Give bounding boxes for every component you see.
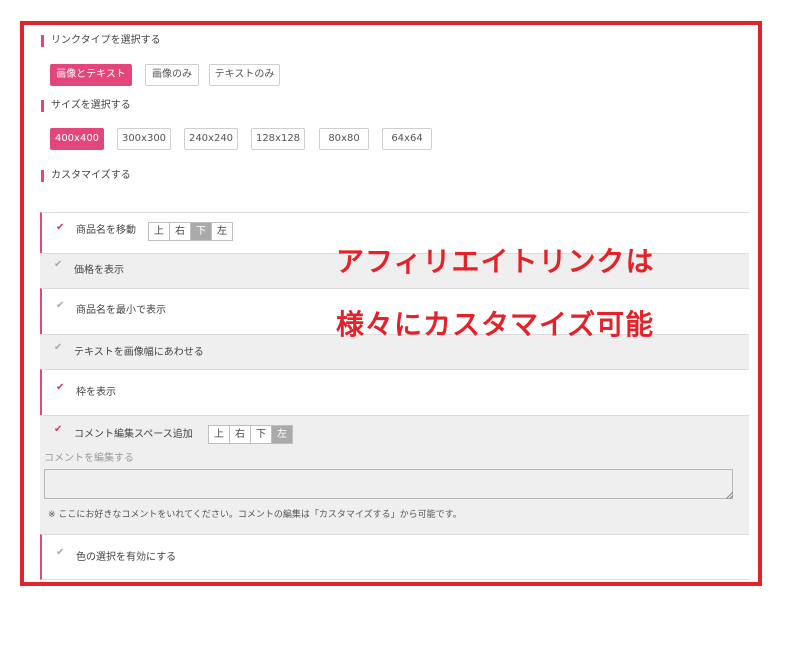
comment-note: ※ ここにお好きなコメントをいれてください。コメントの編集は「カスタマイズする」… [48,510,462,520]
link-settings-panel: リンクタイプを選択する 画像とテキスト 画像のみ テキストのみ サイズを選択する… [29,27,749,580]
size-128-button[interactable]: 128x128 [251,128,305,150]
position-left[interactable]: 左 [272,426,292,443]
annotation-line-1: アフィリエイトリンクは [336,245,655,278]
annotation-line-2: 様々にカスタマイズ可能 [336,308,655,341]
option-label: コメント編集スペース追加 [74,429,193,440]
option-label: 商品名を最小で表示 [76,305,166,316]
position-left[interactable]: 左 [212,223,232,240]
size-240-button[interactable]: 240x240 [184,128,238,150]
comment-position-selector[interactable]: 上 右 下 左 [208,425,293,444]
option-row-enable-color[interactable]: ✔ 色の選択を有効にする [40,534,749,580]
check-icon[interactable]: ✔ [56,547,64,559]
customize-label: カスタマイズする [41,170,131,182]
option-label: 商品名を移動 [76,225,136,236]
title-position-selector[interactable]: 上 右 下 左 [148,222,233,241]
position-right[interactable]: 右 [230,426,251,443]
check-icon[interactable]: ✔ [54,342,62,354]
position-right[interactable]: 右 [170,223,191,240]
link-type-label: リンクタイプを選択する [41,35,161,47]
link-type-text-only-button[interactable]: テキストのみ [209,64,280,86]
comment-edit-label: コメントを編集する [44,453,134,464]
check-icon[interactable]: ✔ [56,222,64,234]
resize-grip-icon[interactable] [726,492,733,499]
size-80-button[interactable]: 80x80 [319,128,369,150]
option-label: 色の選択を有効にする [76,552,177,563]
position-top[interactable]: 上 [209,426,230,443]
check-icon[interactable]: ✔ [54,424,62,436]
comment-textarea[interactable] [44,469,733,499]
option-label: 価格を表示 [74,265,124,276]
size-400-button[interactable]: 400x400 [50,128,104,150]
check-icon[interactable]: ✔ [56,382,64,394]
position-bottom[interactable]: 下 [191,223,212,240]
link-type-image-only-button[interactable]: 画像のみ [145,64,199,86]
size-64-button[interactable]: 64x64 [382,128,432,150]
option-label: 枠を表示 [76,387,116,398]
option-row-show-border[interactable]: ✔ 枠を表示 [40,369,749,415]
size-300-button[interactable]: 300x300 [117,128,171,150]
size-label: サイズを選択する [41,100,131,112]
position-top[interactable]: 上 [149,223,170,240]
check-icon[interactable]: ✔ [54,259,62,271]
option-row-comment-space[interactable]: ✔ コメント編集スペース追加 上 右 下 左 コメントを編集する ※ ここにお好… [40,415,749,534]
link-type-image-text-button[interactable]: 画像とテキスト [50,64,132,86]
check-icon[interactable]: ✔ [56,300,64,312]
option-label: テキストを画像幅にあわせる [74,347,204,358]
position-bottom[interactable]: 下 [251,426,272,443]
